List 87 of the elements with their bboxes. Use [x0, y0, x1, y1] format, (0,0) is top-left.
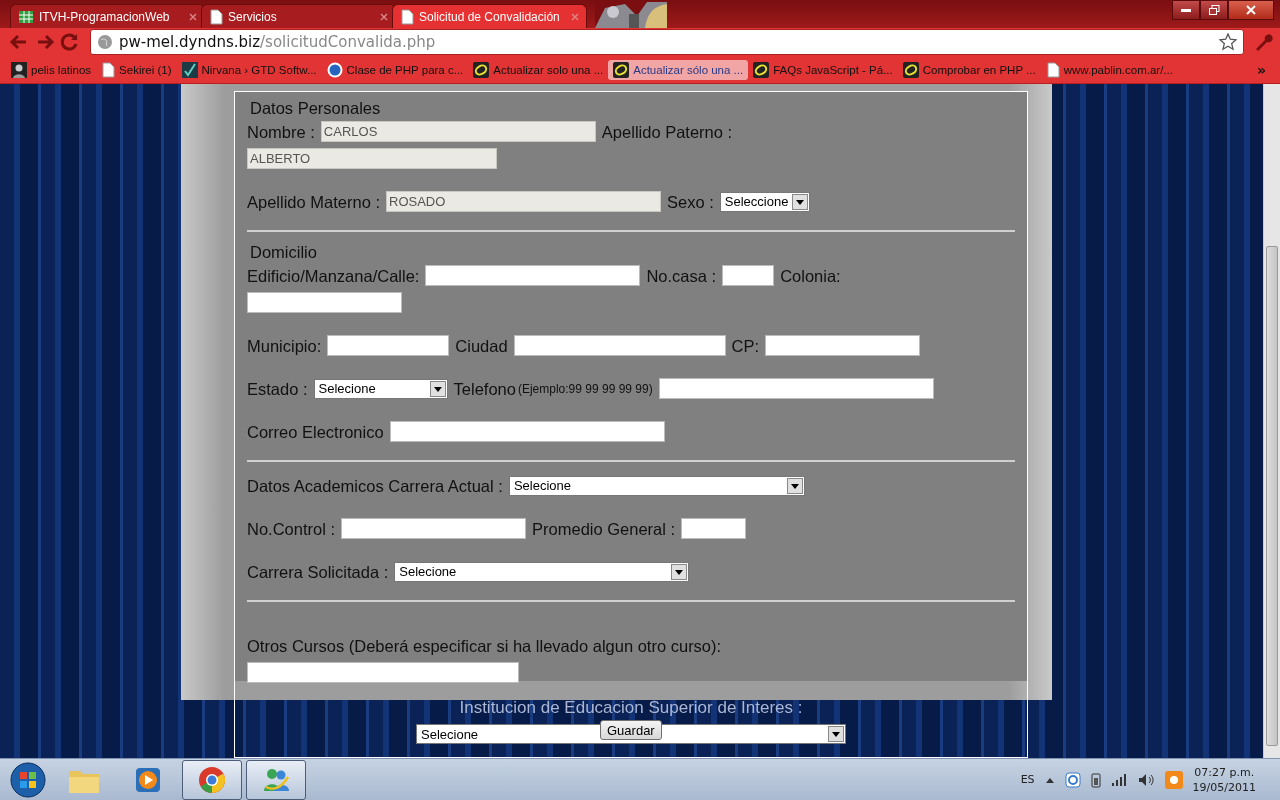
caret-icon	[671, 563, 688, 580]
dropdown[interactable]: Selecione	[313, 378, 448, 399]
page-icon	[1045, 61, 1060, 78]
restore-button[interactable]	[1200, 0, 1228, 20]
start-button[interactable]	[9, 760, 47, 799]
battery-icon[interactable]	[1090, 771, 1101, 788]
address-bar[interactable]: pw-mel.dyndns.biz/solicitudConvalida.php	[90, 29, 1244, 55]
signal-icon[interactable]	[1110, 772, 1127, 787]
globe-icon	[97, 34, 113, 50]
field-label: Datos Academicos Carrera Actual :	[247, 475, 503, 496]
close-icon[interactable]	[189, 12, 197, 21]
text-field[interactable]	[722, 265, 775, 286]
text-field[interactable]	[247, 662, 519, 683]
field-label: Promedio General :	[532, 518, 676, 539]
text-field[interactable]	[389, 421, 665, 442]
clock[interactable]: 07:27 p.m. 19/05/2011	[1192, 764, 1256, 795]
language-indicator[interactable]: ES	[1020, 773, 1035, 786]
page-icon	[400, 8, 414, 25]
minimize-icon	[1181, 8, 1191, 12]
field-label: No.Control :	[247, 518, 336, 539]
text-field[interactable]	[513, 335, 726, 356]
bookmark[interactable]: Comprobar en PHP ...	[897, 59, 1041, 80]
text-field[interactable]	[327, 335, 450, 356]
field-label: Estado :	[247, 378, 308, 399]
app-tray-icon[interactable]	[1164, 770, 1183, 789]
caret-icon	[791, 193, 808, 210]
bookmark[interactable]: Actualizar sólo una ...	[608, 59, 749, 80]
browser-tab[interactable]: Solicitud de Convalidación	[392, 4, 587, 28]
field-label: Correo Electronico	[247, 421, 384, 442]
field-label: No.casa :	[646, 265, 717, 286]
field-label: Telefono	[453, 378, 516, 399]
section-title: Datos Personales	[249, 98, 382, 118]
avatar-icon	[11, 61, 27, 78]
dropdown[interactable]: Selecione	[508, 475, 805, 496]
close-icon[interactable]	[571, 12, 579, 21]
page-icon	[101, 61, 116, 78]
field-label: Sexo :	[667, 191, 714, 212]
caret-icon	[429, 380, 446, 397]
spreadsheet-icon	[18, 8, 34, 25]
bookmark[interactable]: www.pablin.com.ar/...	[1040, 59, 1178, 80]
caret-icon	[786, 477, 803, 494]
bookmark[interactable]: Nirvana › GTD Softw...	[176, 59, 322, 80]
caret-icon	[828, 726, 844, 742]
field-label: Institucion de Educacion Superior de Interes :	[459, 698, 803, 718]
text-field[interactable]	[681, 518, 747, 539]
dropdown[interactable]: Selecione	[394, 561, 690, 582]
chrome-icon[interactable]	[197, 764, 227, 795]
section-title: Domicilio	[249, 242, 318, 262]
close-button[interactable]	[1228, 0, 1274, 20]
bookmark[interactable]: Clase de PHP para c...	[321, 59, 469, 80]
field-label: Otros Cursos (Deberá especificar si ha llevado algun otro curso):	[247, 635, 722, 656]
save-button[interactable]: Guardar	[600, 720, 662, 740]
text-field[interactable]	[658, 378, 934, 399]
bookmark[interactable]: FAQs JavaScript - Pá...	[748, 59, 898, 80]
text-field[interactable]	[247, 292, 402, 313]
field-label: Municipio:	[247, 335, 322, 356]
field-label: Apellido Materno :	[247, 191, 380, 212]
dropdown[interactable]: Seleccione	[719, 191, 810, 212]
text-field[interactable]	[341, 518, 527, 539]
bookmark[interactable]: Actualizar solo una ...	[468, 59, 609, 80]
field-label: Carrera Solicitada :	[247, 561, 389, 582]
field-label: Apellido Paterno :	[601, 121, 733, 142]
field-label: CP:	[731, 335, 760, 356]
field-label: Nombre :	[247, 121, 315, 142]
bookmark[interactable]: Sekirei (1)	[96, 59, 177, 80]
bookmark[interactable]: pelis latinos	[6, 59, 97, 80]
ring-icon	[902, 61, 919, 78]
more-bookmarks-button[interactable]: »	[1256, 61, 1274, 78]
close-icon[interactable]	[380, 12, 388, 21]
close-icon	[1246, 5, 1256, 15]
text-field[interactable]	[765, 335, 921, 356]
text-field[interactable]	[425, 265, 641, 286]
format-hint: (Ejemplo:99 99 99 99 99)	[517, 381, 653, 396]
ring-icon	[613, 61, 630, 78]
circle-icon	[326, 61, 343, 78]
page-icon	[209, 8, 223, 25]
star-icon[interactable]	[1219, 33, 1237, 51]
field-label: Ciudad	[455, 335, 508, 356]
minimize-button[interactable]	[1172, 0, 1200, 20]
restore-icon	[1208, 5, 1220, 15]
ring-icon	[473, 61, 490, 78]
scrollbar[interactable]	[1263, 84, 1280, 758]
sync-icon[interactable]	[1064, 771, 1081, 788]
checkmark-icon	[181, 61, 198, 78]
field-label: Edificio/Manzana/Calle:	[247, 265, 420, 286]
ring-icon	[753, 61, 770, 78]
field-label: Colonia:	[780, 265, 841, 286]
